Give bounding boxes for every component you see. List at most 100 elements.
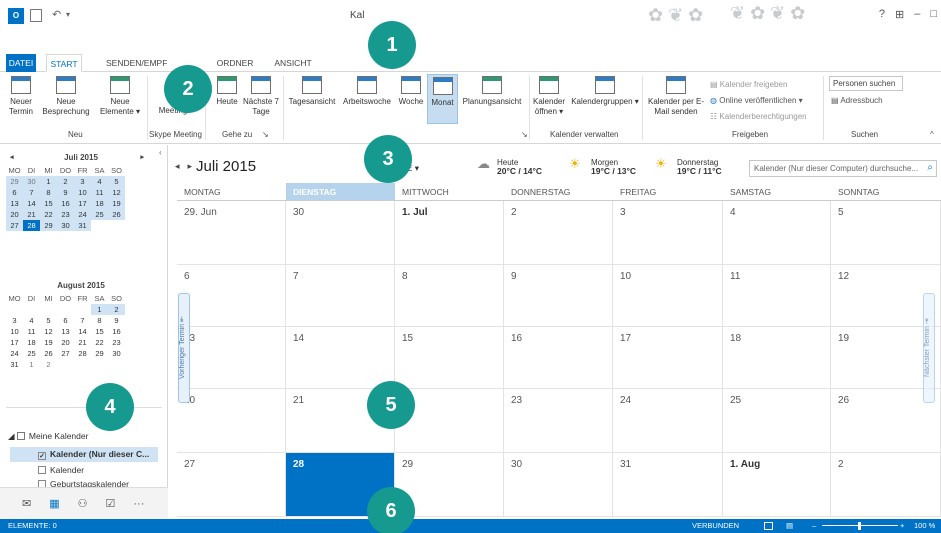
mini-calendar-day[interactable]: 26	[40, 348, 57, 359]
mini-calendar-day[interactable]: 9	[108, 315, 125, 326]
day-cell[interactable]: 7	[286, 265, 395, 327]
zoom-out-icon[interactable]: –	[812, 519, 816, 533]
search-icon[interactable]: ⌕	[927, 162, 933, 173]
day-cell[interactable]: 23	[504, 389, 613, 453]
help-button[interactable]: ?	[879, 8, 885, 21]
reading-view-icon[interactable]: ▤	[786, 519, 793, 533]
mini-calendar-day[interactable]: 9	[57, 187, 74, 198]
mini-calendar-day[interactable]: 7	[23, 187, 40, 198]
mini-calendar-day[interactable]: 25	[91, 209, 108, 220]
email-calendar-button[interactable]: Kalender per E-Mail senden	[646, 76, 706, 117]
mini-calendar-day[interactable]: 14	[23, 198, 40, 209]
day-cell[interactable]: 6	[177, 265, 286, 327]
mini-calendar-day[interactable]: 6	[6, 187, 23, 198]
day-cell[interactable]: 2	[831, 453, 941, 517]
day-cell[interactable]: 11	[723, 265, 831, 327]
schedule-view-button[interactable]: Planungsansicht	[458, 76, 526, 107]
day-cell[interactable]: 13	[177, 327, 286, 389]
mini-calendar-day[interactable]: 27	[6, 220, 23, 231]
mini-calendar-day[interactable]: 8	[91, 315, 108, 326]
mini-calendar-day[interactable]: 24	[74, 209, 91, 220]
day-cell[interactable]: 3	[613, 201, 723, 265]
more-icon[interactable]: ···	[133, 498, 144, 510]
calendar-permissions-button[interactable]: ☷ Kalenderberechtigungen	[710, 112, 807, 121]
mini-calendar-day[interactable]: 23	[57, 209, 74, 220]
week-view-button[interactable]: Woche	[395, 76, 427, 107]
mini-calendar-day[interactable]: 27	[57, 348, 74, 359]
mini-calendar-day[interactable]: 1	[40, 176, 57, 187]
mini-calendar-day[interactable]: 15	[40, 198, 57, 209]
tab-send-receive[interactable]: SENDEN/EMPF	[106, 54, 178, 72]
tab-view[interactable]: ANSICHT	[270, 54, 316, 72]
zoom-level[interactable]: 100 %	[914, 519, 935, 533]
day-cell[interactable]: 1. Aug	[723, 453, 831, 517]
day-cell[interactable]: 15	[395, 327, 504, 389]
mini-calendar-day[interactable]: 12	[40, 326, 57, 337]
day-cell[interactable]: 30	[504, 453, 613, 517]
quick-access-dropdown-icon[interactable]: ▾	[66, 10, 70, 19]
collapse-pane-icon[interactable]: ‹	[159, 148, 162, 157]
group-launcher-icon[interactable]: ↘	[262, 130, 269, 139]
mini-calendar-day[interactable]: 12	[108, 187, 125, 198]
day-cell[interactable]: 14	[286, 327, 395, 389]
calendar-search-input[interactable]: Kalender (Nur dieser Computer) durchsuch…	[749, 160, 937, 177]
mini-calendar-day[interactable]: 2	[57, 176, 74, 187]
day-cell[interactable]: 29. Jun	[177, 201, 286, 265]
mini-calendar-day[interactable]: 29	[40, 220, 57, 231]
collapse-ribbon-icon[interactable]: ^	[930, 130, 934, 139]
day-cell[interactable]: 2	[504, 201, 613, 265]
day-cell[interactable]: 10	[613, 265, 723, 327]
mini-calendar-day[interactable]: 30	[23, 176, 40, 187]
previous-month-icon[interactable]: ◂	[175, 161, 188, 171]
calendar-item-computer[interactable]: ✓ Kalender (Nur dieser C...	[10, 447, 158, 462]
mini-calendar-day[interactable]: 28	[74, 348, 91, 359]
checked-checkbox-icon[interactable]: ✓	[38, 452, 46, 460]
mini-calendar-day[interactable]: 22	[91, 337, 108, 348]
mini-calendar-day[interactable]: 17	[6, 337, 23, 348]
undo-icon[interactable]: ↶	[52, 8, 61, 21]
new-meeting-button[interactable]: Neue Besprechung	[40, 76, 92, 117]
next-appointment-tab[interactable]: Nächster Termin ⇥	[923, 293, 935, 403]
publish-online-button[interactable]: ◍ Online veröffentlichen ▾	[710, 96, 803, 105]
day-cell[interactable]: 25	[723, 389, 831, 453]
mini-calendar-day[interactable]: 11	[91, 187, 108, 198]
mini-calendar-day[interactable]: 10	[6, 326, 23, 337]
mini-calendar-day[interactable]: 7	[74, 315, 91, 326]
mini-calendar-day[interactable]: 3	[74, 176, 91, 187]
mini-calendar-day[interactable]: 29	[6, 176, 23, 187]
zoom-slider-thumb[interactable]	[858, 522, 861, 530]
tab-folder[interactable]: ORDNER	[212, 54, 258, 72]
mini-calendar-day[interactable]: 13	[57, 326, 74, 337]
tab-start[interactable]: START	[46, 54, 82, 72]
mini-calendar-day[interactable]: 20	[6, 209, 23, 220]
mini-calendar-day[interactable]: 18	[91, 198, 108, 209]
address-book-button[interactable]: ▤ Adressbuch	[831, 96, 883, 105]
ribbon-display-button[interactable]: ⊞	[895, 8, 904, 21]
share-calendar-button[interactable]: ▤ Kalender freigeben	[710, 80, 787, 89]
mini-calendar-day[interactable]: 30	[108, 348, 125, 359]
new-appointment-button[interactable]: Neuer Termin	[2, 76, 40, 117]
mini-calendar-day[interactable]: 20	[57, 337, 74, 348]
mini-calendar-day[interactable]: 3	[6, 315, 23, 326]
mini-calendar-day[interactable]: 1	[23, 359, 40, 370]
mini-calendar-day[interactable]: 2	[108, 304, 125, 315]
mini-calendar-day[interactable]: 22	[40, 209, 57, 220]
mini-calendar-day[interactable]: 31	[6, 359, 23, 370]
day-cell[interactable]: 8	[395, 265, 504, 327]
mini-calendar-day[interactable]: 8	[40, 187, 57, 198]
work-week-button[interactable]: Arbeitswoche	[339, 76, 395, 107]
month-view-button[interactable]: Monat	[427, 74, 458, 124]
day-cell[interactable]: 30	[286, 201, 395, 265]
mini-calendar-day-today[interactable]: 28	[23, 220, 40, 231]
mini-calendar-day[interactable]: 6	[57, 315, 74, 326]
mail-icon[interactable]: ✉	[22, 497, 31, 510]
day-cell[interactable]: 17	[613, 327, 723, 389]
mini-calendar-day[interactable]: 15	[91, 326, 108, 337]
day-cell[interactable]: 9	[504, 265, 613, 327]
day-cell[interactable]: 5	[831, 201, 941, 265]
mini-calendar-day[interactable]: 2	[40, 359, 57, 370]
day-cell[interactable]: 1. Jul	[395, 201, 504, 265]
mini-calendar-day[interactable]: 18	[23, 337, 40, 348]
mini-calendar-day[interactable]: 10	[74, 187, 91, 198]
mini-calendar-day[interactable]: 29	[91, 348, 108, 359]
